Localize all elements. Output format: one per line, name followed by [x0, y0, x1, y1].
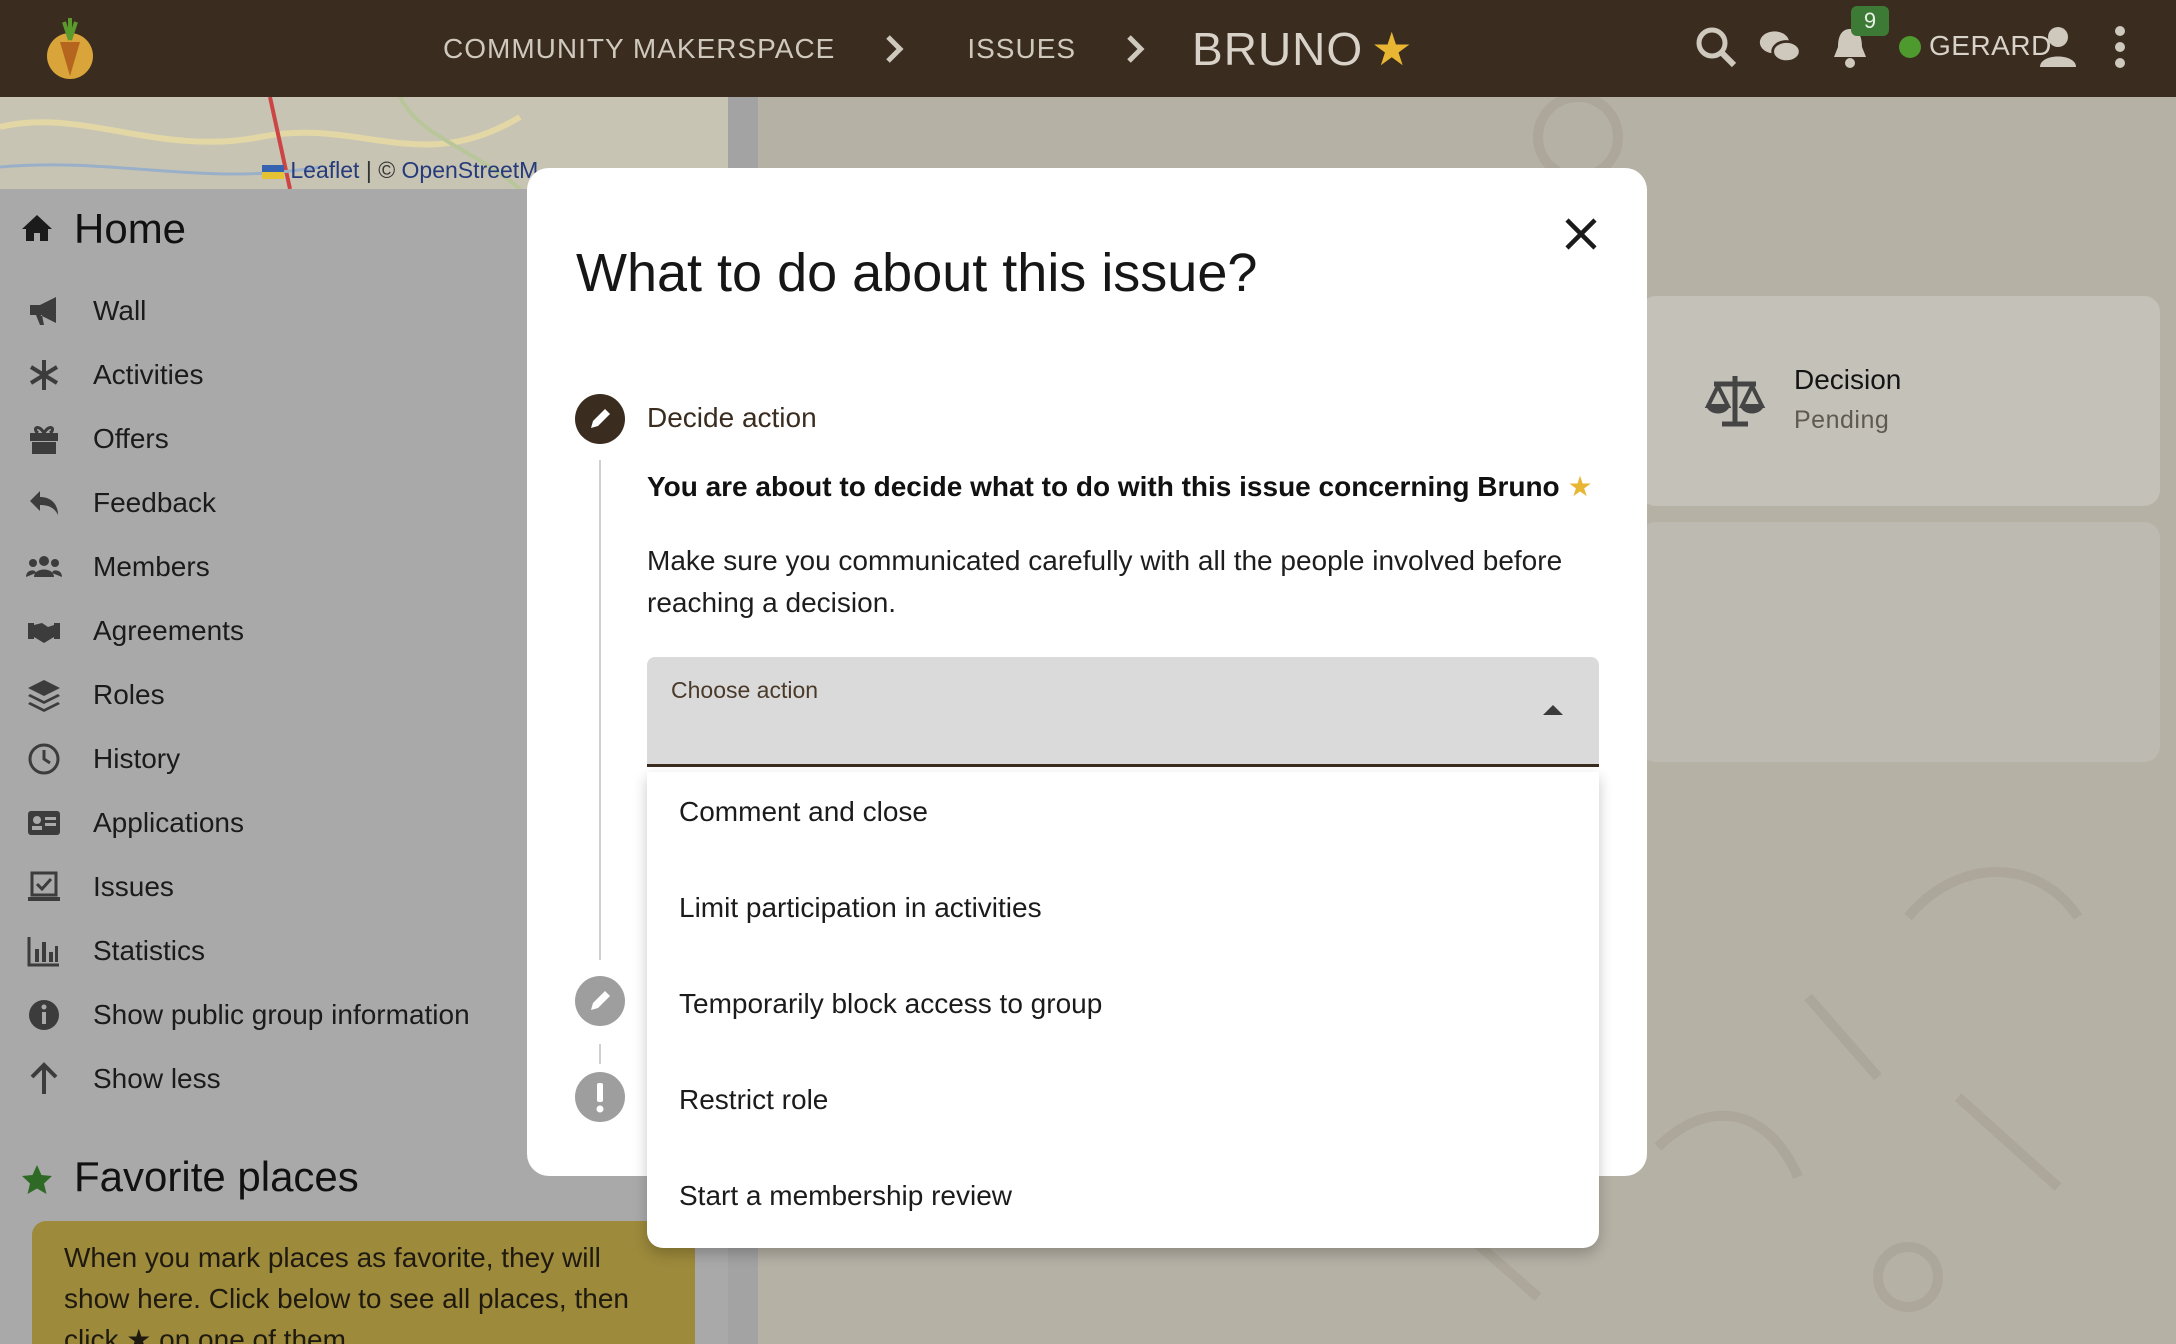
sidebar-item-label: Feedback [93, 487, 216, 518]
sidebar-item-label: Wall [93, 295, 147, 326]
layers-icon [28, 680, 60, 712]
username[interactable]: GERARD [1929, 30, 2052, 62]
asterisk-icon [29, 360, 59, 390]
current-user-name: BRUNO [1192, 22, 1364, 75]
breadcrumb: COMMUNITY MAKERSPACE ISSUES BRUNO ★ [443, 0, 1413, 97]
breadcrumb-group[interactable]: COMMUNITY MAKERSPACE [443, 33, 835, 65]
favorites-title: Favorite places [74, 1153, 359, 1200]
chat-icon[interactable] [1758, 25, 1802, 69]
users-icon [26, 556, 62, 577]
clock-icon [28, 743, 60, 775]
stepper-line [599, 460, 601, 960]
favorites-note-text: on one of them [151, 1324, 346, 1344]
details-card [1640, 522, 2160, 762]
caret-up-icon [1543, 705, 1563, 715]
scale-icon [1704, 376, 1766, 427]
option-temporarily-block[interactable]: Temporarily block access to group [679, 988, 1102, 1020]
online-status-dot [1899, 36, 1921, 58]
option-membership-review[interactable]: Start a membership review [679, 1180, 1012, 1212]
leaflet-link[interactable]: Leaflet [290, 157, 359, 183]
option-comment-and-close[interactable]: Comment and close [679, 796, 928, 828]
home-title[interactable]: Home [74, 205, 186, 253]
favorites-note-text: click [64, 1324, 127, 1344]
breadcrumb-current: BRUNO ★ [1192, 22, 1413, 76]
pencil-icon [591, 991, 610, 1010]
sidebar-item-label: Issues [93, 871, 174, 902]
star-icon: ★ [126, 1324, 152, 1344]
step-3 [575, 1072, 625, 1122]
dialog-title: What to do about this issue? [576, 243, 1258, 303]
select-label: Choose action [671, 677, 819, 703]
arrow-up-icon [30, 1062, 58, 1094]
sidebar-item-label: Applications [93, 807, 244, 838]
user-icon[interactable] [2036, 25, 2080, 69]
pencil-icon [591, 409, 610, 428]
sidebar-item-label: Activities [93, 359, 204, 390]
bar-chart-icon [27, 937, 59, 967]
sidebar-item-label: Offers [93, 423, 169, 454]
inbox-check-icon [28, 871, 60, 901]
dialog-info-line: reaching a decision. [647, 587, 897, 618]
attribution-separator: | © [359, 157, 402, 183]
sidebar-item-label: Roles [93, 679, 165, 710]
more-vert-icon[interactable] [2098, 25, 2142, 69]
sidebar-item-label: Show less [93, 1063, 221, 1094]
step-decide-action [575, 394, 625, 444]
favorites-note: When you mark places as favorite, they w… [32, 1221, 695, 1344]
exclamation-icon [596, 1083, 604, 1113]
megaphone-icon [30, 297, 56, 325]
dialog-intro-text: You are about to decide what to do with … [647, 471, 1560, 502]
reply-icon [30, 491, 58, 515]
gift-icon [30, 426, 58, 454]
sidebar-item-label: Members [93, 551, 210, 582]
carrot-logo-icon[interactable] [44, 16, 96, 80]
handshake-icon [28, 623, 60, 643]
chevron-right-icon [1127, 34, 1145, 63]
home-icon [22, 215, 52, 241]
option-limit-participation[interactable]: Limit participation in activities [679, 892, 1042, 924]
stepper-line [599, 1044, 601, 1064]
id-card-icon [28, 811, 60, 835]
sidebar-item-label: Statistics [93, 935, 206, 966]
search-icon[interactable] [1694, 25, 1738, 69]
top-bar: COMMUNITY MAKERSPACE ISSUES BRUNO ★ 9 GE… [0, 0, 2176, 97]
sidebar-item-label: Agreements [93, 615, 244, 646]
info-icon [29, 1000, 59, 1030]
decision-status: Pending [1794, 406, 1890, 434]
star-icon: ★ [1567, 471, 1593, 502]
favorites-note-line: When you mark places as favorite, they w… [64, 1242, 601, 1273]
map-attribution: Leaflet | © OpenStreetM [262, 157, 538, 184]
notification-badge: 9 [1851, 6, 1889, 36]
dialog-intro: You are about to decide what to do with … [647, 470, 1593, 503]
breadcrumb-issues[interactable]: ISSUES [967, 33, 1076, 65]
osm-link[interactable]: OpenStreetM [402, 157, 539, 183]
favorites-note-line: click ★ on one of them [64, 1319, 663, 1344]
chevron-right-icon [886, 34, 904, 63]
star-icon: ★ [1371, 22, 1414, 75]
dialog-info: Make sure you communicated carefully wit… [647, 540, 1587, 624]
favorites-note-line: show here. Click below to see all places… [64, 1283, 629, 1314]
sidebar-item-label: Show public group information [93, 999, 470, 1030]
ukraine-flag-icon [262, 164, 284, 179]
step-label: Decide action [647, 402, 817, 433]
choose-action-select[interactable]: Choose action [647, 657, 1599, 767]
option-restrict-role[interactable]: Restrict role [679, 1084, 828, 1116]
close-icon[interactable] [1559, 212, 1603, 256]
sidebar-item-label: History [93, 743, 181, 774]
dialog-info-line: Make sure you communicated carefully wit… [647, 545, 1563, 576]
step-2 [575, 976, 625, 1026]
favorite-star-icon [22, 1165, 52, 1194]
action-options-menu: Comment and close Limit participation in… [647, 772, 1599, 1248]
decision-title: Decision [1794, 364, 1902, 395]
